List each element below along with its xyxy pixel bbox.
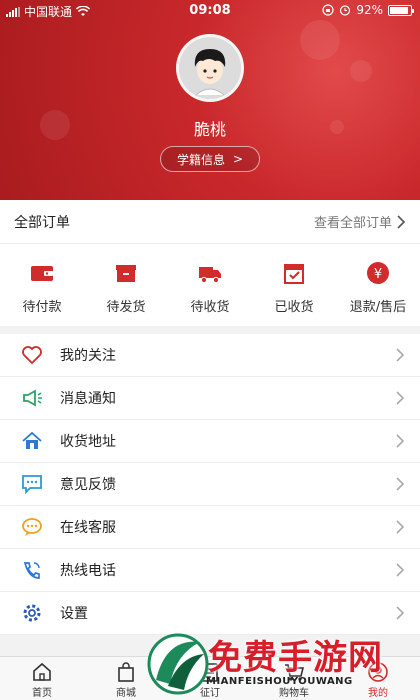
- truck-icon: [199, 267, 221, 284]
- order-label: 已收货: [274, 300, 314, 315]
- order-received[interactable]: 已收货: [252, 244, 336, 326]
- order-refund-aftersale[interactable]: ¥ 退款/售后: [336, 244, 420, 326]
- order-icon: [202, 663, 218, 682]
- battery-icon: [388, 4, 414, 16]
- received-box-icon: [284, 264, 304, 284]
- nav-home[interactable]: 首页: [0, 657, 84, 700]
- battery-percent: 92%: [356, 3, 383, 17]
- chevron-right-icon: >: [232, 152, 244, 166]
- order-pending-shipment[interactable]: 待发货: [84, 244, 168, 326]
- menu-item-settings[interactable]: 设置: [0, 592, 420, 635]
- menu-list: 我的关注 消息通知 收货地址 意见反馈 在线客服 热线电话 设置: [0, 334, 420, 635]
- chevron-right-icon: [397, 214, 406, 229]
- nav-label: 征订: [200, 688, 220, 699]
- wallet-icon: [31, 266, 53, 281]
- chevron-right-icon: [396, 606, 405, 620]
- chat-icon: [22, 475, 42, 494]
- order-label: 待收货: [190, 300, 230, 315]
- nav-label: 商城: [116, 688, 136, 699]
- phone-icon: [23, 562, 40, 579]
- cartoon-boy-avatar-icon: [179, 37, 241, 99]
- orientation-lock-icon: [322, 4, 334, 16]
- menu-item-feedback[interactable]: 意见反馈: [0, 463, 420, 506]
- menu-item-label: 意见反馈: [60, 477, 116, 493]
- bottom-nav: 首页 商城 征订 购物车 我的: [0, 656, 420, 700]
- menu-item-label: 收货地址: [60, 434, 116, 450]
- nav-subscribe[interactable]: 征订: [168, 657, 252, 700]
- menu-item-online-service[interactable]: 在线客服: [0, 506, 420, 549]
- menu-item-label: 我的关注: [60, 348, 116, 364]
- order-label: 退款/售后: [349, 300, 407, 315]
- view-all-orders-link[interactable]: 查看全部订单: [314, 212, 406, 231]
- chevron-right-icon: [396, 563, 405, 577]
- chevron-right-icon: [396, 477, 405, 491]
- order-pending-payment[interactable]: 待付款: [0, 244, 84, 326]
- nav-label: 购物车: [279, 688, 309, 699]
- order-label: 待付款: [22, 300, 62, 315]
- chevron-right-icon: [396, 520, 405, 534]
- menu-item-label: 设置: [60, 606, 88, 622]
- orders-title: 全部订单: [14, 214, 70, 231]
- menu-item-label: 热线电话: [60, 563, 116, 579]
- box-icon: [116, 265, 136, 282]
- settings-icon: [23, 604, 41, 622]
- nav-label: 首页: [32, 688, 52, 699]
- order-status-row: 待付款 待发货 待收货 已收货 ¥ 退款/售后: [0, 244, 420, 326]
- menu-item-following[interactable]: 我的关注: [0, 334, 420, 377]
- home-icon: [22, 431, 42, 449]
- home-icon: [33, 662, 51, 681]
- student-info-button[interactable]: 学籍信息 >: [160, 146, 260, 172]
- order-pending-receipt[interactable]: 待收货: [168, 244, 252, 326]
- chevron-right-icon: [396, 391, 405, 405]
- nav-cart[interactable]: 购物车: [252, 657, 336, 700]
- student-info-label: 学籍信息: [176, 152, 225, 167]
- order-label: 待发货: [106, 300, 146, 315]
- avatar[interactable]: [176, 34, 244, 102]
- bokeh-decoration: [350, 60, 372, 82]
- chevron-right-icon: [396, 348, 405, 362]
- status-bar: 中国联通 09:08 92%: [0, 0, 420, 22]
- profile-header: 中国联通 09:08 92% 脆桃 学籍信息 >: [0, 0, 420, 200]
- menu-item-hotline[interactable]: 热线电话: [0, 549, 420, 592]
- nav-mall[interactable]: 商城: [84, 657, 168, 700]
- service-chat-icon: [22, 518, 42, 536]
- svg-text:¥: ¥: [374, 267, 382, 282]
- bag-icon: [118, 662, 134, 682]
- view-all-orders-label: 查看全部订单: [313, 216, 392, 231]
- nav-label: 我的: [368, 688, 388, 699]
- menu-item-label: 在线客服: [60, 520, 116, 536]
- nav-mine[interactable]: 我的: [336, 657, 420, 700]
- menu-item-notifications[interactable]: 消息通知: [0, 377, 420, 420]
- cart-icon: [285, 664, 305, 681]
- menu-item-address[interactable]: 收货地址: [0, 420, 420, 463]
- yuan-icon: ¥: [367, 262, 389, 284]
- orders-header: 全部订单 查看全部订单: [0, 200, 420, 244]
- menu-item-label: 消息通知: [60, 391, 116, 407]
- megaphone-icon: [23, 389, 42, 407]
- username: 脆桃: [193, 120, 226, 139]
- heart-icon: [22, 346, 42, 365]
- bokeh-decoration: [300, 20, 340, 60]
- orders-card: 全部订单 查看全部订单 待付款 待发货 待收货 已收货 ¥ 退款/售后: [0, 200, 420, 326]
- alarm-icon: [340, 5, 351, 16]
- chevron-right-icon: [396, 434, 405, 448]
- user-icon: [368, 662, 388, 682]
